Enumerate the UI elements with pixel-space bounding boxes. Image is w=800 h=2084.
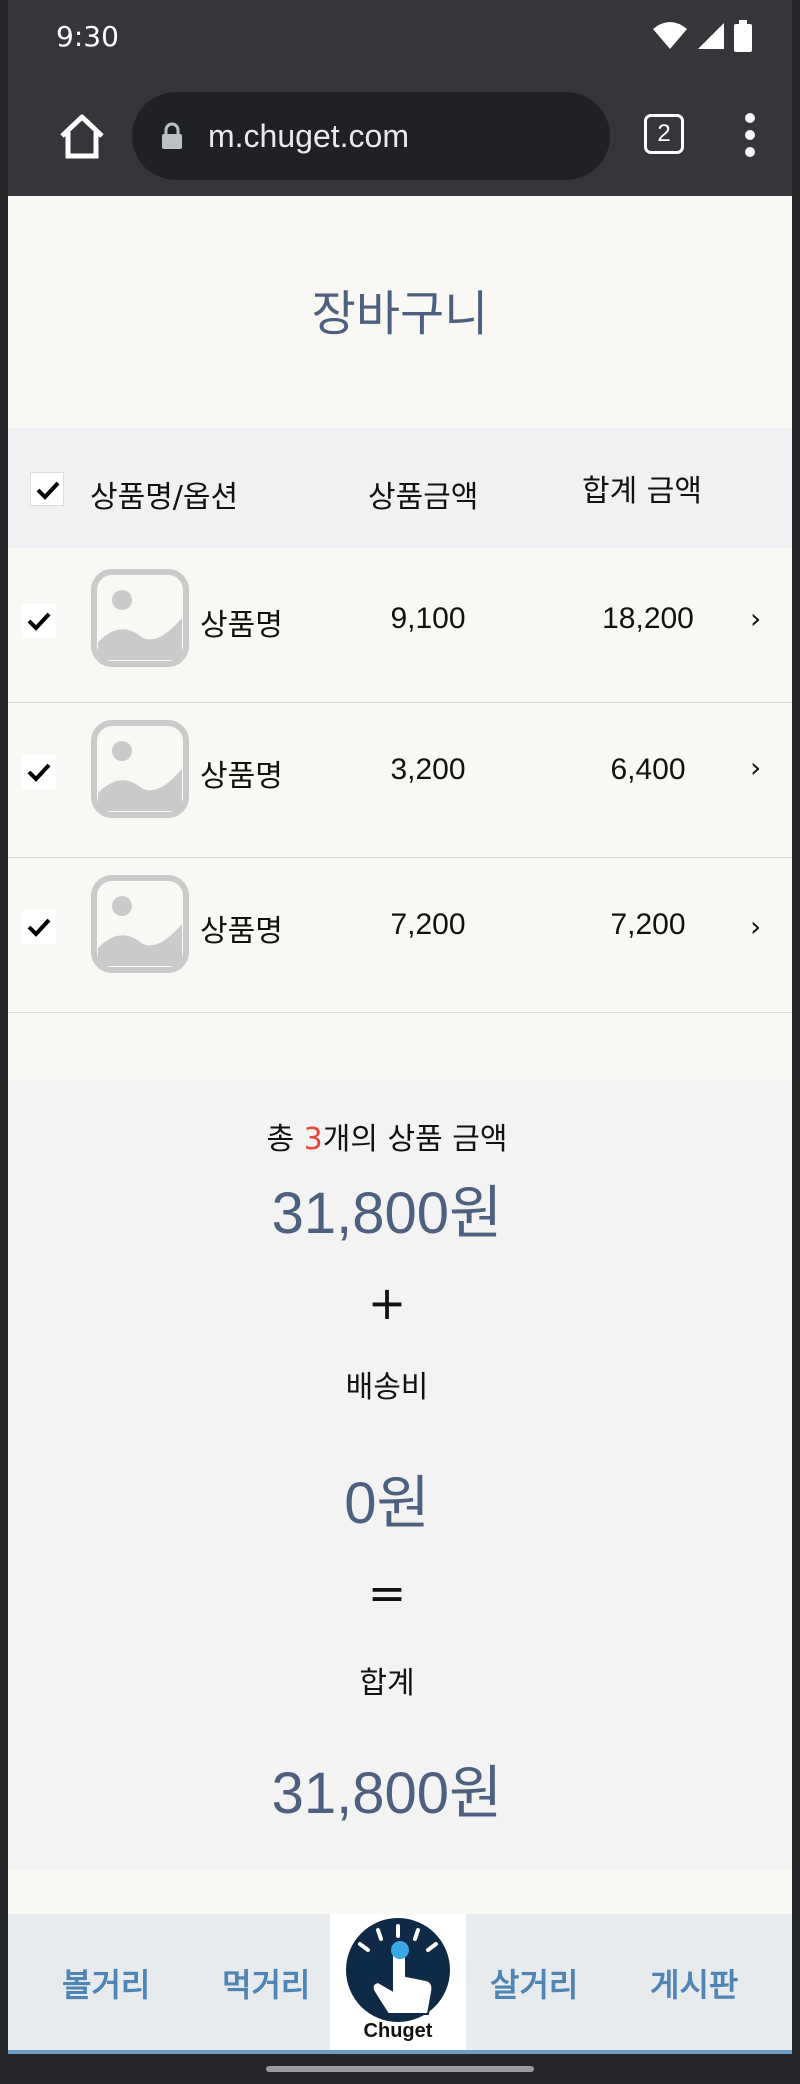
logo-text: Chuget [363,2020,433,2042]
gesture-handle[interactable] [266,2066,534,2072]
lock-icon [162,122,182,149]
header-name-option: 상품명/옵션 [90,480,239,515]
item-checkbox[interactable] [22,604,56,638]
status-time: 9:30 [56,20,119,53]
gesture-navigation-bar [0,2054,800,2084]
product-image-placeholder-icon[interactable] [90,874,190,974]
header-total: 합계 금액 [582,474,702,509]
item-price: 9,100 [390,602,466,635]
bottom-navigation: 볼거리 먹거리 Chuget 살거리 게시판 [8,1914,792,2054]
more-menu-icon[interactable] [742,112,758,158]
item-price: 7,200 [390,908,466,941]
item-checkbox[interactable] [22,755,56,789]
wifi-icon [653,22,687,49]
plus-sign: + [367,1276,407,1330]
checkmark-icon [27,918,51,937]
nav-item-board[interactable]: 게시판 [650,1960,738,2006]
item-name[interactable]: 상품명 [200,600,283,644]
subtotal-amount: 31,800원 [271,1181,503,1246]
checkmark-icon [36,481,60,500]
signal-icon [698,23,724,49]
cart-item-row: 상품명 7,200 7,200 › [8,858,792,1013]
item-name[interactable]: 상품명 [200,751,283,795]
cart-page: 장바구니 상품명/옵션 상품금액 합계 금액 상품명 9,100 18,200 … [8,196,792,2084]
cart-item-row: 상품명 9,100 18,200 › [8,548,792,703]
chevron-right-icon[interactable]: › [750,910,761,943]
chuget-logo[interactable]: Chuget [330,1914,466,2050]
nav-item-sights[interactable]: 볼거리 [62,1960,150,2006]
home-icon[interactable] [56,110,108,162]
select-all-checkbox[interactable] [30,472,64,506]
checkmark-icon [27,763,51,782]
order-summary: 총 3개의 상품 금액 31,800원 + 배송비 0원 = 합계 31,800… [8,1080,792,1870]
status-icons [652,20,752,52]
item-price: 3,200 [390,753,466,786]
product-image-placeholder-icon[interactable] [90,719,190,819]
cart-item-row: 상품명 3,200 6,400 › [8,703,792,858]
header-price: 상품금액 [368,480,479,515]
item-total: 18,200 [602,602,694,635]
url-bar[interactable]: m.chuget.com [132,92,610,180]
equals-sign: = [367,1566,407,1620]
chevron-right-icon[interactable]: › [750,602,761,635]
item-count-label: 총 3개의 상품 금액 [8,1114,772,1158]
status-bar: 9:30 [8,0,792,74]
tap-hand-logo-icon [346,1918,450,2022]
nav-item-food[interactable]: 먹거리 [222,1960,310,2006]
chevron-right-icon[interactable]: › [750,751,761,784]
total-amount: 31,800원 [271,1761,503,1826]
item-name[interactable]: 상품명 [200,906,283,950]
page-title: 장바구니 [311,286,489,342]
product-image-placeholder-icon[interactable] [90,568,190,668]
item-count: 3 [303,1122,323,1157]
shipping-label: 배송비 [345,1370,429,1405]
nav-item-shopping[interactable]: 살거리 [490,1960,578,2006]
item-total: 7,200 [610,908,686,941]
count-suffix: 개의 상품 금액 [322,1122,508,1157]
item-total: 6,400 [610,753,686,786]
count-prefix: 총 [266,1122,304,1157]
tab-switcher-button[interactable]: 2 [644,114,684,154]
item-checkbox[interactable] [22,910,56,944]
url-text: m.chuget.com [208,117,409,154]
browser-toolbar: m.chuget.com 2 [8,74,792,196]
cart-table-header: 상품명/옵션 상품금액 합계 금액 [8,428,792,548]
total-label: 합계 [359,1666,415,1701]
shipping-amount: 0원 [344,1471,430,1536]
battery-icon [734,20,752,52]
checkmark-icon [27,612,51,631]
